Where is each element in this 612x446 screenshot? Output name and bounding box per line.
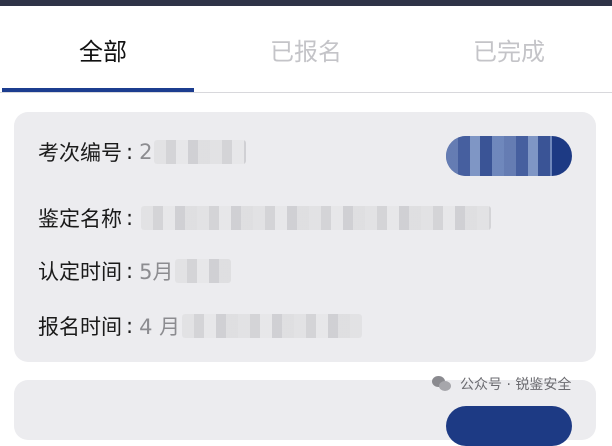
certification-time-separator: :	[126, 259, 134, 283]
watermark-text: 公众号 · 锐鉴安全	[460, 377, 572, 393]
watermark: 公众号 · 锐鉴安全	[432, 372, 571, 396]
appraisal-name-row: 鉴定名称 :	[38, 203, 492, 233]
registration-time-label: 报名时间	[38, 315, 122, 339]
exam-number-row: 考次编号 : 2	[38, 137, 247, 167]
registration-time-separator: :	[126, 314, 134, 338]
tab-registered[interactable]: 已报名	[203, 6, 409, 92]
tab-completed[interactable]: 已完成	[406, 6, 612, 92]
tab-all[interactable]: 全部	[0, 6, 206, 92]
appraisal-name-separator: :	[126, 206, 134, 230]
exam-number-label: 考次编号	[38, 141, 122, 165]
redacted-registration-time	[182, 314, 363, 338]
active-tab-indicator	[2, 88, 194, 92]
redacted-appraisal-name	[141, 206, 492, 230]
exam-number-separator: :	[126, 140, 134, 164]
status-button[interactable]	[446, 136, 572, 176]
exam-number-value: 2	[139, 140, 153, 164]
registration-time-value: 4 月	[139, 315, 181, 339]
certification-time-label: 认定时间	[38, 260, 122, 284]
certification-time-value: 5月	[139, 260, 174, 284]
appraisal-name-label: 鉴定名称	[38, 207, 122, 231]
redacted-exam-number	[154, 140, 247, 164]
status-button-2[interactable]	[446, 406, 572, 446]
exam-card[interactable]: 考次编号 : 2 鉴定名称 : 认定时间 : 5月 报名时间 : 4 月	[14, 112, 596, 362]
wechat-icon	[432, 376, 452, 392]
redacted-status-label	[446, 136, 552, 176]
redacted-certification-time	[175, 259, 232, 283]
tab-bar: 全部 已报名 已完成	[0, 6, 612, 93]
registration-time-row: 报名时间 : 4 月	[38, 311, 363, 341]
certification-time-row: 认定时间 : 5月	[38, 256, 232, 286]
